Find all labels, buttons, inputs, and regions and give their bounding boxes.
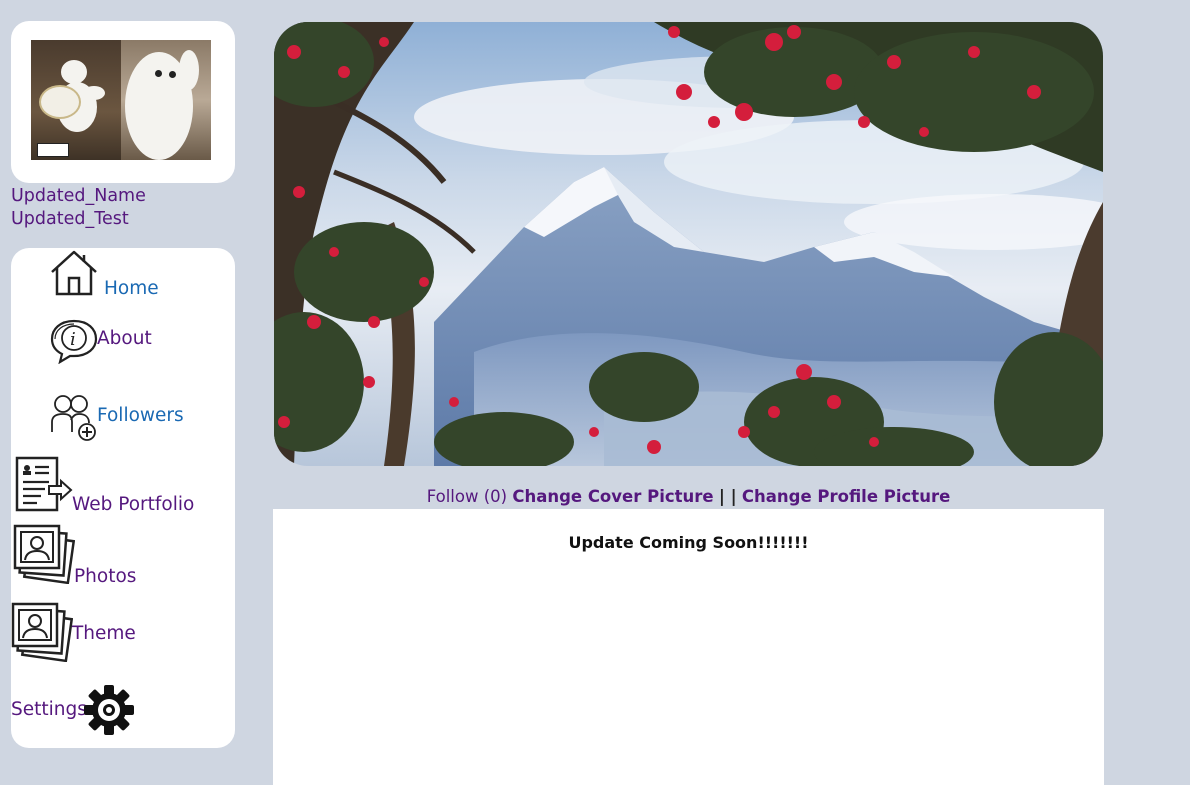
nav-home-label: Home (104, 278, 159, 299)
update-coming-message: Update Coming Soon!!!!!!! (568, 533, 809, 552)
nav-theme[interactable]: Theme (11, 600, 235, 666)
profile-card (11, 21, 235, 183)
user-last-name[interactable]: Updated_Test (11, 208, 146, 231)
cover-landscape-image (274, 22, 1103, 466)
action-separator: | | (718, 487, 737, 506)
nav-followers-label: Followers (97, 405, 184, 426)
profile-actions: Follow (0) Change Cover Picture | | Chan… (273, 487, 1104, 506)
nav-about-label: About (97, 328, 152, 349)
svg-text:i: i (70, 329, 76, 350)
avatar-right-panel (121, 40, 211, 160)
nav-photos[interactable]: Photos (11, 522, 235, 588)
nav-home[interactable]: Home (11, 248, 235, 304)
avatar-left-panel (31, 40, 121, 160)
content-panel: Update Coming Soon!!!!!!! (273, 509, 1104, 785)
portfolio-document-icon (15, 456, 73, 512)
home-icon (51, 250, 97, 296)
nav-web-portfolio[interactable]: Web Portfolio (11, 454, 235, 518)
nav-web-portfolio-label: Web Portfolio (72, 494, 195, 515)
avatar[interactable] (31, 40, 211, 160)
nav-theme-label: Theme (72, 623, 136, 644)
nav-settings-label: Settings (11, 699, 87, 720)
user-name-block: Updated_Name Updated_Test (11, 185, 146, 230)
change-profile-picture-link[interactable]: Change Profile Picture (742, 487, 950, 506)
user-first-name[interactable]: Updated_Name (11, 185, 146, 208)
follow-button[interactable]: Follow (0) (427, 487, 507, 506)
nav-settings[interactable]: Settings (11, 680, 235, 740)
followers-icon (51, 395, 96, 441)
gear-icon (84, 685, 134, 735)
nav-about[interactable]: i About (11, 314, 235, 366)
cover-picture[interactable] (274, 22, 1103, 466)
info-bubble-icon: i (50, 319, 98, 364)
nav-menu: Home i About Followers Web Portfolio Pho… (11, 248, 235, 748)
photos-stack-icon (13, 524, 75, 584)
nav-followers[interactable]: Followers (11, 388, 235, 444)
change-cover-picture-link[interactable]: Change Cover Picture (512, 487, 713, 506)
nav-photos-label: Photos (74, 566, 137, 587)
theme-photos-icon (11, 602, 73, 662)
